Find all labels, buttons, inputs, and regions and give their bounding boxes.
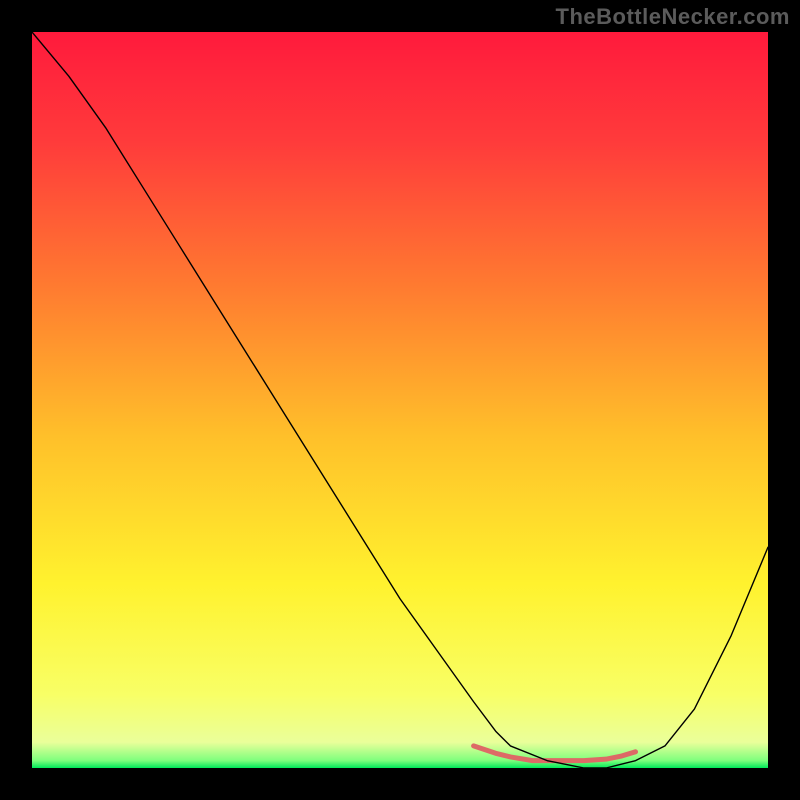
watermark-text: TheBottleNecker.com	[556, 4, 790, 30]
plot-background	[32, 32, 768, 768]
bottleneck-chart	[32, 32, 768, 768]
chart-frame: TheBottleNecker.com	[0, 0, 800, 800]
